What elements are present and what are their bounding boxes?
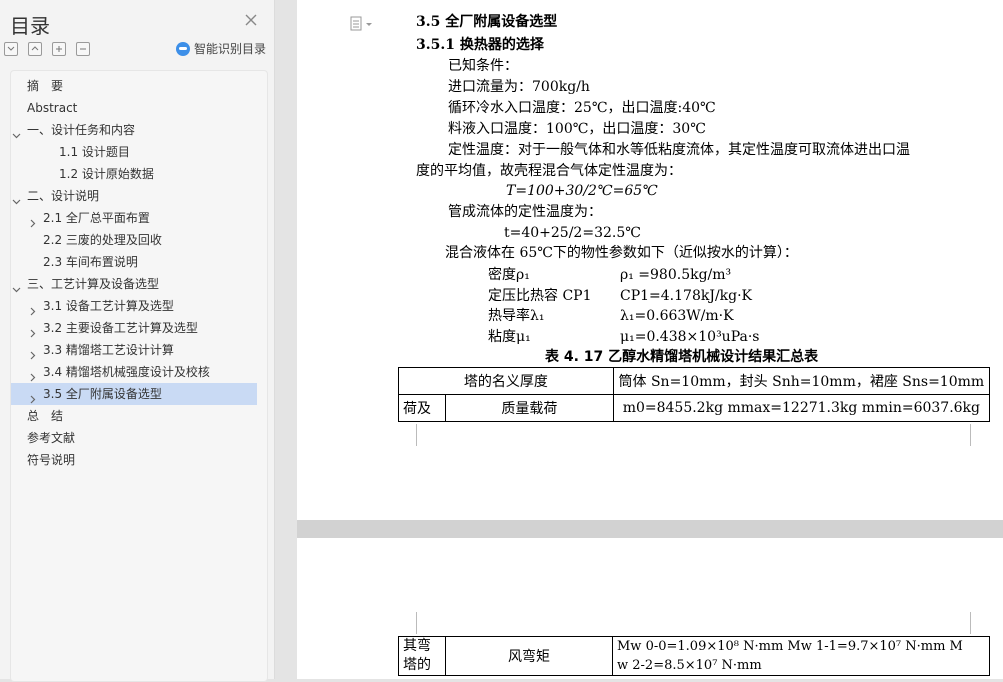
paragraph-line: 度的平均值，故壳程混合气体定性温度为： [416, 163, 682, 179]
prop-value: ρ₁ =980.5kg/m³ [620, 267, 732, 283]
add-icon[interactable] [52, 42, 66, 56]
toc-sidebar: 目录 智能识别目录 摘 要 Abstract 一、设计任务和内容 1.1 设计题目 1.… [0, 0, 275, 682]
margin-mark [970, 424, 971, 446]
toc-item[interactable]: 二、设计说明 [11, 185, 261, 207]
cell-line: Mw 0-0=1.09×10⁸ N·mm Mw 1-1=9.7×10⁷ N·mm… [617, 639, 963, 654]
paragraph-line: 定性温度：对于一般气体和水等低粘度流体，其定性温度可取流体进出口温 [448, 142, 910, 158]
toc-list: 摘 要 Abstract 一、设计任务和内容 1.1 设计题目 1.2 设计原始数据二、… [10, 70, 268, 682]
toc-item-label: 三、工艺计算及设备选型 [27, 277, 160, 291]
toc-item[interactable]: 摘 要 [11, 75, 261, 97]
close-icon[interactable] [244, 13, 258, 27]
prop-name: 密度ρ₁ [488, 267, 530, 283]
table-cell: m0=8455.2kg mmax=12271.3kg mmin=6037.6kg [612, 394, 991, 422]
toc-item-label: 1.2 设计原始数据 [59, 167, 154, 181]
chevron-right-icon[interactable] [28, 367, 37, 382]
toc-item[interactable]: 2.3 车间布置说明 [11, 251, 261, 273]
design-table: 塔的名义厚度 筒体 Sn=10mm，封头 Snh=10mm，裙座 Sns=10m… [398, 367, 991, 422]
toc-item[interactable]: 3.2 主要设备工艺计算及选型 [11, 317, 261, 339]
toc-item-label: 参考文献 [27, 431, 76, 445]
tube-temp-text: 管成流体的定性温度为： [448, 204, 602, 220]
page-gap [297, 520, 1003, 538]
ai-icon [175, 41, 190, 56]
chevron-right-icon[interactable] [28, 345, 37, 360]
margin-mark [970, 612, 971, 634]
toc-item-label: 二、设计说明 [27, 189, 100, 203]
toc-item[interactable]: 3.5 全厂附属设备选型 [11, 383, 257, 405]
toc-item[interactable]: 参考文献 [11, 427, 261, 449]
chevron-right-icon[interactable] [28, 213, 37, 228]
table-cell: 质量载荷 [445, 394, 614, 422]
toc-item-label: 总 结 [27, 409, 64, 423]
prop-name: 粘度μ₁ [488, 329, 531, 345]
expand-up-icon[interactable] [28, 42, 42, 56]
toc-item[interactable]: 三、工艺计算及设备选型 [11, 273, 261, 295]
known-conditions: 已知条件： [448, 58, 518, 74]
smart-toc-label: 智能识别目录 [193, 42, 266, 56]
margin-mark [416, 424, 417, 446]
section-heading: 3.5 全厂附属设备选型 [416, 14, 558, 30]
sidebar-title: 目录 [10, 14, 50, 38]
toc-item[interactable]: 2.2 三废的处理及回收 [11, 229, 261, 251]
mixture-props-text: 混合液体在 65℃下的物性参数如下（近似按水的计算）： [445, 245, 798, 261]
remove-icon[interactable] [76, 42, 90, 56]
toc-item-label: 2.3 车间布置说明 [43, 255, 138, 269]
chevron-down-icon[interactable] [12, 191, 21, 205]
table-caption: 表 4. 17 乙醇水精馏塔机械设计结果汇总表 [545, 349, 819, 365]
equation-t: t=40+25/2=32.5℃ [504, 225, 641, 241]
table-cell: 塔的名义厚度 [398, 367, 614, 395]
chevron-right-icon[interactable] [28, 389, 37, 404]
toc-item-label: 3.1 设备工艺计算及选型 [43, 299, 174, 313]
prop-name: 热导率λ₁ [488, 308, 545, 324]
chevron-right-icon[interactable] [28, 323, 37, 338]
prop-value: λ₁=0.663W/m·K [620, 308, 734, 324]
toc-item[interactable]: Abstract [11, 97, 261, 119]
table-cell: 风弯矩 [445, 636, 613, 676]
table-cell: 其弯 塔的 [398, 636, 446, 676]
equation-T: T=100+30/2℃=65℃ [506, 183, 658, 199]
inlet-flow: 进口流量为：700kg/h [448, 79, 590, 95]
feed-temp: 料液入口温度：100℃，出口温度：30℃ [448, 121, 706, 137]
chevron-down-icon[interactable] [12, 125, 21, 139]
toc-item-label: 一、设计任务和内容 [27, 123, 136, 137]
table-cell: Mw 0-0=1.09×10⁸ N·mm Mw 1-1=9.7×10⁷ N·mm… [612, 636, 990, 676]
toc-item-label: 3.4 精馏塔机械强度设计及校核 [43, 365, 210, 379]
document-icon[interactable] [350, 16, 372, 32]
prop-name: 定压比热容 CP1 [488, 288, 592, 304]
toc-item-label: 符号说明 [27, 453, 76, 467]
toc-item-label: 3.5 全厂附属设备选型 [43, 387, 162, 401]
toc-item[interactable]: 2.1 全厂总平面布置 [11, 207, 261, 229]
toc-item-label: 2.1 全厂总平面布置 [43, 211, 150, 225]
prop-value: CP1=4.178kJ/kg·K [620, 288, 753, 304]
toc-item-label: 3.2 主要设备工艺计算及选型 [43, 321, 198, 335]
subsection-heading: 3.5.1 换热器的选择 [416, 37, 544, 53]
cell-line: 其弯 [403, 638, 431, 654]
toc-item-label: Abstract [27, 101, 78, 115]
toc-item[interactable]: 1.1 设计题目 [11, 141, 261, 163]
chevron-right-icon[interactable] [28, 301, 37, 316]
toc-item[interactable]: 3.3 精馏塔工艺设计计算 [11, 339, 261, 361]
cell-line: w 2-2=8.5×10⁷ N·mm [617, 658, 762, 673]
toc-item-label: 2.2 三废的处理及回收 [43, 233, 162, 247]
collapse-down-icon[interactable] [4, 42, 18, 56]
toc-item[interactable]: 3.4 精馏塔机械强度设计及校核 [11, 361, 261, 383]
cell-line: 塔的 [403, 657, 431, 673]
toc-item[interactable]: 3.1 设备工艺计算及选型 [11, 295, 261, 317]
toc-item[interactable]: 1.2 设计原始数据 [11, 163, 261, 185]
prop-value: μ₁=0.438×10³uPa·s [620, 329, 760, 345]
smart-toc-button[interactable]: 智能识别目录 [175, 40, 266, 57]
toc-item[interactable]: 一、设计任务和内容 [11, 119, 261, 141]
toc-item-label: 摘 要 [27, 79, 64, 93]
toc-item-label: 3.3 精馏塔工艺设计计算 [43, 343, 174, 357]
toc-item[interactable]: 符号说明 [11, 449, 261, 471]
table-cell: 筒体 Sn=10mm，封头 Snh=10mm，裙座 Sns=10mm [612, 367, 991, 395]
toc-item-label: 1.1 设计题目 [59, 145, 130, 159]
toc-toolbar: 智能识别目录 [4, 40, 266, 58]
design-table-continued: 其弯 塔的 风弯矩 Mw 0-0=1.09×10⁸ N·mm Mw 1-1=9.… [398, 636, 990, 676]
margin-mark [416, 612, 417, 634]
chevron-down-icon[interactable] [12, 279, 21, 293]
cooling-water-temp: 循环冷水入口温度：25℃，出口温度:40℃ [448, 100, 716, 116]
toc-item[interactable]: 总 结 [11, 405, 261, 427]
table-cell: 荷及 [398, 394, 446, 422]
